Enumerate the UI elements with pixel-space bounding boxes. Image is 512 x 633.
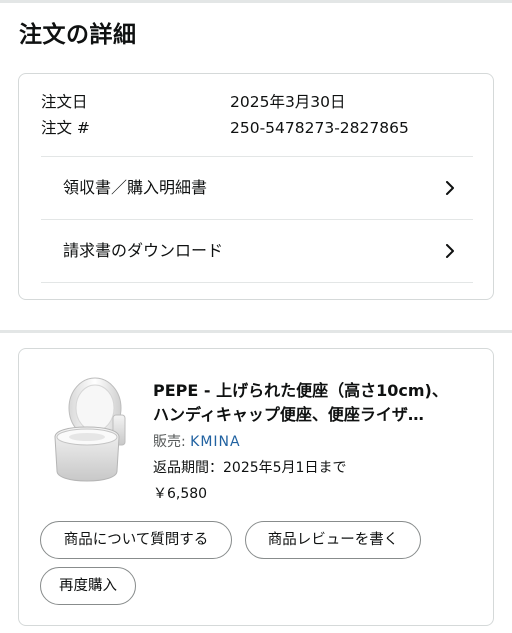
chevron-right-icon bbox=[446, 244, 454, 258]
order-number-value: 250-5478273-2827865 bbox=[230, 119, 409, 137]
product-image[interactable] bbox=[47, 375, 129, 485]
seller-label: 販売: bbox=[153, 434, 191, 450]
write-review-button[interactable]: 商品レビューを書く bbox=[245, 521, 421, 559]
item-price: ￥6,580 bbox=[153, 486, 208, 502]
product-title-line-2: ハンディキャップ便座、便座ライザ… bbox=[153, 405, 424, 424]
product-title-line-1: PEPE - 上げられた便座（高さ10cm)、 bbox=[153, 381, 448, 400]
seller-name-link[interactable]: KMINA bbox=[190, 434, 240, 450]
seller-info: 販売: KMINA bbox=[153, 431, 241, 453]
order-date-label: 注文日 bbox=[41, 93, 88, 111]
order-number-label: 注文 # bbox=[41, 119, 90, 137]
receipt-link-label: 領収書／購入明細書 bbox=[63, 178, 208, 197]
order-details-card: 注文日 2025年3月30日 注文 # 250-5478273-2827865 … bbox=[18, 73, 494, 300]
ask-question-button[interactable]: 商品について質問する bbox=[40, 521, 232, 559]
order-item-card: PEPE - 上げられた便座（高さ10cm)、 ハンディキャップ便座、便座ライザ… bbox=[18, 348, 494, 626]
buy-again-button[interactable]: 再度購入 bbox=[40, 567, 136, 605]
return-period: 返品期間：2025年5月1日まで bbox=[153, 460, 347, 476]
invoice-download-link[interactable]: 請求書のダウンロード bbox=[41, 220, 473, 282]
page-title: 注文の詳細 bbox=[19, 22, 137, 48]
product-title[interactable]: PEPE - 上げられた便座（高さ10cm)、 ハンディキャップ便座、便座ライザ… bbox=[153, 379, 473, 427]
order-date-value: 2025年3月30日 bbox=[230, 93, 346, 111]
chevron-right-icon bbox=[446, 181, 454, 195]
invoice-download-label: 請求書のダウンロード bbox=[63, 241, 224, 260]
receipt-link[interactable]: 領収書／購入明細書 bbox=[41, 157, 473, 219]
divider bbox=[41, 282, 473, 283]
section-divider bbox=[0, 330, 512, 333]
top-divider bbox=[0, 0, 512, 3]
